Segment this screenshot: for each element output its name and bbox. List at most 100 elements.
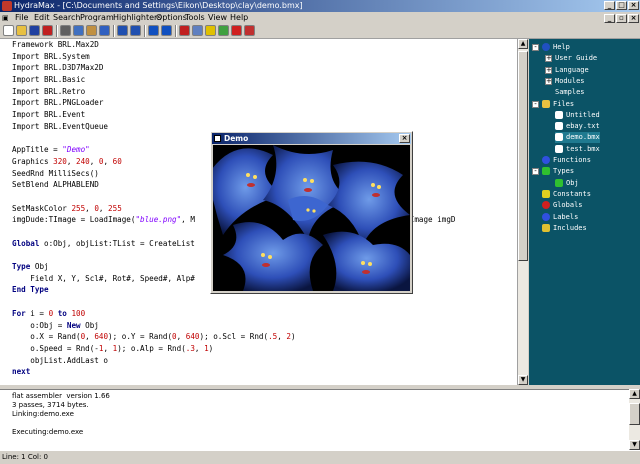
menu-view[interactable]: View [208,12,227,24]
save-icon[interactable] [29,25,40,36]
collapse-icon[interactable]: - [532,44,539,51]
tree-item-label: Types [553,167,575,176]
tree-item-help[interactable]: Help [542,42,570,53]
menu-help[interactable]: Help [230,12,248,24]
doc-minimize-button[interactable]: _ [604,14,615,23]
demo-title-bar[interactable]: Demo × [212,133,411,144]
tree-item-modules[interactable]: Modules [555,76,585,87]
doc-close-button[interactable]: × [628,14,639,23]
output-scrollbar[interactable]: ▲ ▼ [629,389,640,450]
output-scroll-down-icon[interactable]: ▼ [629,440,640,450]
tree-item-globals[interactable]: Globals [542,200,583,211]
doc-restore-button[interactable]: ▫ [616,14,627,23]
menu-search[interactable]: Search [53,12,80,24]
tree-item-functions[interactable]: Functions [542,155,591,166]
tree-item-demo-bmx[interactable]: demo.bmx [555,132,600,144]
scroll-up-icon[interactable]: ▲ [518,39,528,49]
tree-item-includes[interactable]: Includes [542,223,587,234]
tree-item-label: Files [553,99,575,108]
code-line[interactable]: Import BRL.D3D7Max2D [12,62,455,74]
code-line[interactable] [12,378,455,385]
check-icon[interactable] [179,25,190,36]
minimize-button[interactable]: _ [604,1,615,10]
close-file-icon[interactable] [42,25,53,36]
code-token: ); o.Scl = Rnd( [199,332,269,342]
tree-item-user-guide[interactable]: User Guide [555,53,597,64]
code-token: Obj [80,320,99,330]
code-line[interactable]: next [12,366,455,378]
debug-icon[interactable] [218,25,229,36]
tree-item-labels[interactable]: Labels [542,212,578,223]
forward-icon[interactable] [161,25,172,36]
tree-item-language[interactable]: Language [555,65,589,76]
collapse-icon[interactable]: - [532,100,539,108]
maximize-button[interactable]: □ [616,1,627,10]
mdi-icon[interactable]: ▣ [2,12,12,24]
new-file-icon[interactable] [3,25,14,36]
code-line[interactable] [12,296,455,308]
code-token: ) [290,332,296,342]
close-window-button[interactable]: × [628,1,639,10]
redo-icon[interactable] [130,25,141,36]
code-line[interactable]: Import BRL.PNGLoader [12,97,455,109]
code-token: Import BRL.Retro [12,86,86,96]
undo-icon[interactable] [117,25,128,36]
output-scroll-thumb[interactable] [629,403,640,425]
code-line[interactable]: Import BRL.Retro [12,86,455,98]
code-line[interactable]: o.X = Rand(0, 640); o.Y = Rand(0, 640); … [12,331,455,343]
menu-tools[interactable]: Tools [185,12,205,24]
tree-item-obj[interactable]: Obj [555,178,579,189]
cursor-position: Line: 1 Col: 0 [2,453,49,461]
menu-file[interactable]: File [15,12,28,24]
build-icon[interactable] [192,25,203,36]
tree-item-test-bmx[interactable]: test.bmx [555,144,600,155]
code-token: Import BRL.Event [12,110,86,120]
code-token: o.Speed = Rnd(- [12,343,99,353]
code-token: Type [12,262,31,272]
demo-close-button[interactable]: × [399,134,410,143]
code-token: "blue.png" [135,215,182,225]
tree-item-ebay-txt[interactable]: ebay.txt [555,121,600,132]
copy-icon[interactable] [73,25,84,36]
collapse-icon[interactable]: - [532,168,539,176]
expand-icon[interactable]: + [545,55,552,63]
code-line[interactable]: objList.AddLast o [12,355,455,367]
code-line[interactable]: Import BRL.Basic [12,74,455,86]
find-icon[interactable] [99,25,110,36]
code-line[interactable]: o:Obj = New Obj [12,320,455,332]
menu-edit[interactable]: Edit [34,12,50,24]
tree-item-samples[interactable]: Samples [555,87,585,98]
menu-highlighters[interactable]: Highlighters [113,12,162,24]
demo-window[interactable]: Demo × [210,131,413,294]
tree-item-types[interactable]: Types [542,166,574,177]
scroll-thumb[interactable] [518,51,528,261]
expand-icon[interactable]: + [545,66,552,74]
settings-icon[interactable] [244,25,255,36]
code-token: 60 [112,156,122,166]
code-line[interactable]: Framework BRL.Max2D [12,39,455,51]
expand-icon[interactable]: + [545,77,552,85]
code-line[interactable]: Import BRL.System [12,51,455,63]
menu-options[interactable]: Options [156,12,187,24]
run-icon[interactable] [205,25,216,36]
stop-icon[interactable] [231,25,242,36]
editor-scrollbar[interactable]: ▲ ▼ [517,39,528,385]
tree-item-untitled[interactable]: Untitled [555,110,600,121]
code-token: Obj [30,262,49,272]
code-line[interactable]: For i = 0 to 100 [12,308,455,320]
tree-item-files[interactable]: Files [542,99,574,110]
open-file-icon[interactable] [16,25,27,36]
code-line[interactable]: Import BRL.Event [12,109,455,121]
code-token: .3 [185,343,195,353]
back-icon[interactable] [148,25,159,36]
tree-item-constants[interactable]: Constants [542,189,591,200]
cut-icon[interactable] [60,25,71,36]
help-icon [542,43,550,51]
output-scroll-up-icon[interactable]: ▲ [629,389,640,399]
paste-icon[interactable] [86,25,97,36]
menu-program[interactable]: Program [80,12,114,24]
scroll-down-icon[interactable]: ▼ [518,375,528,385]
tree-item-label: Untitled [566,110,600,119]
code-token: o:Obj, objList:TList = CreateList [39,238,195,248]
code-line[interactable]: o.Speed = Rnd(-1, 1); o.Alp = Rnd(.3, 1) [12,343,455,355]
